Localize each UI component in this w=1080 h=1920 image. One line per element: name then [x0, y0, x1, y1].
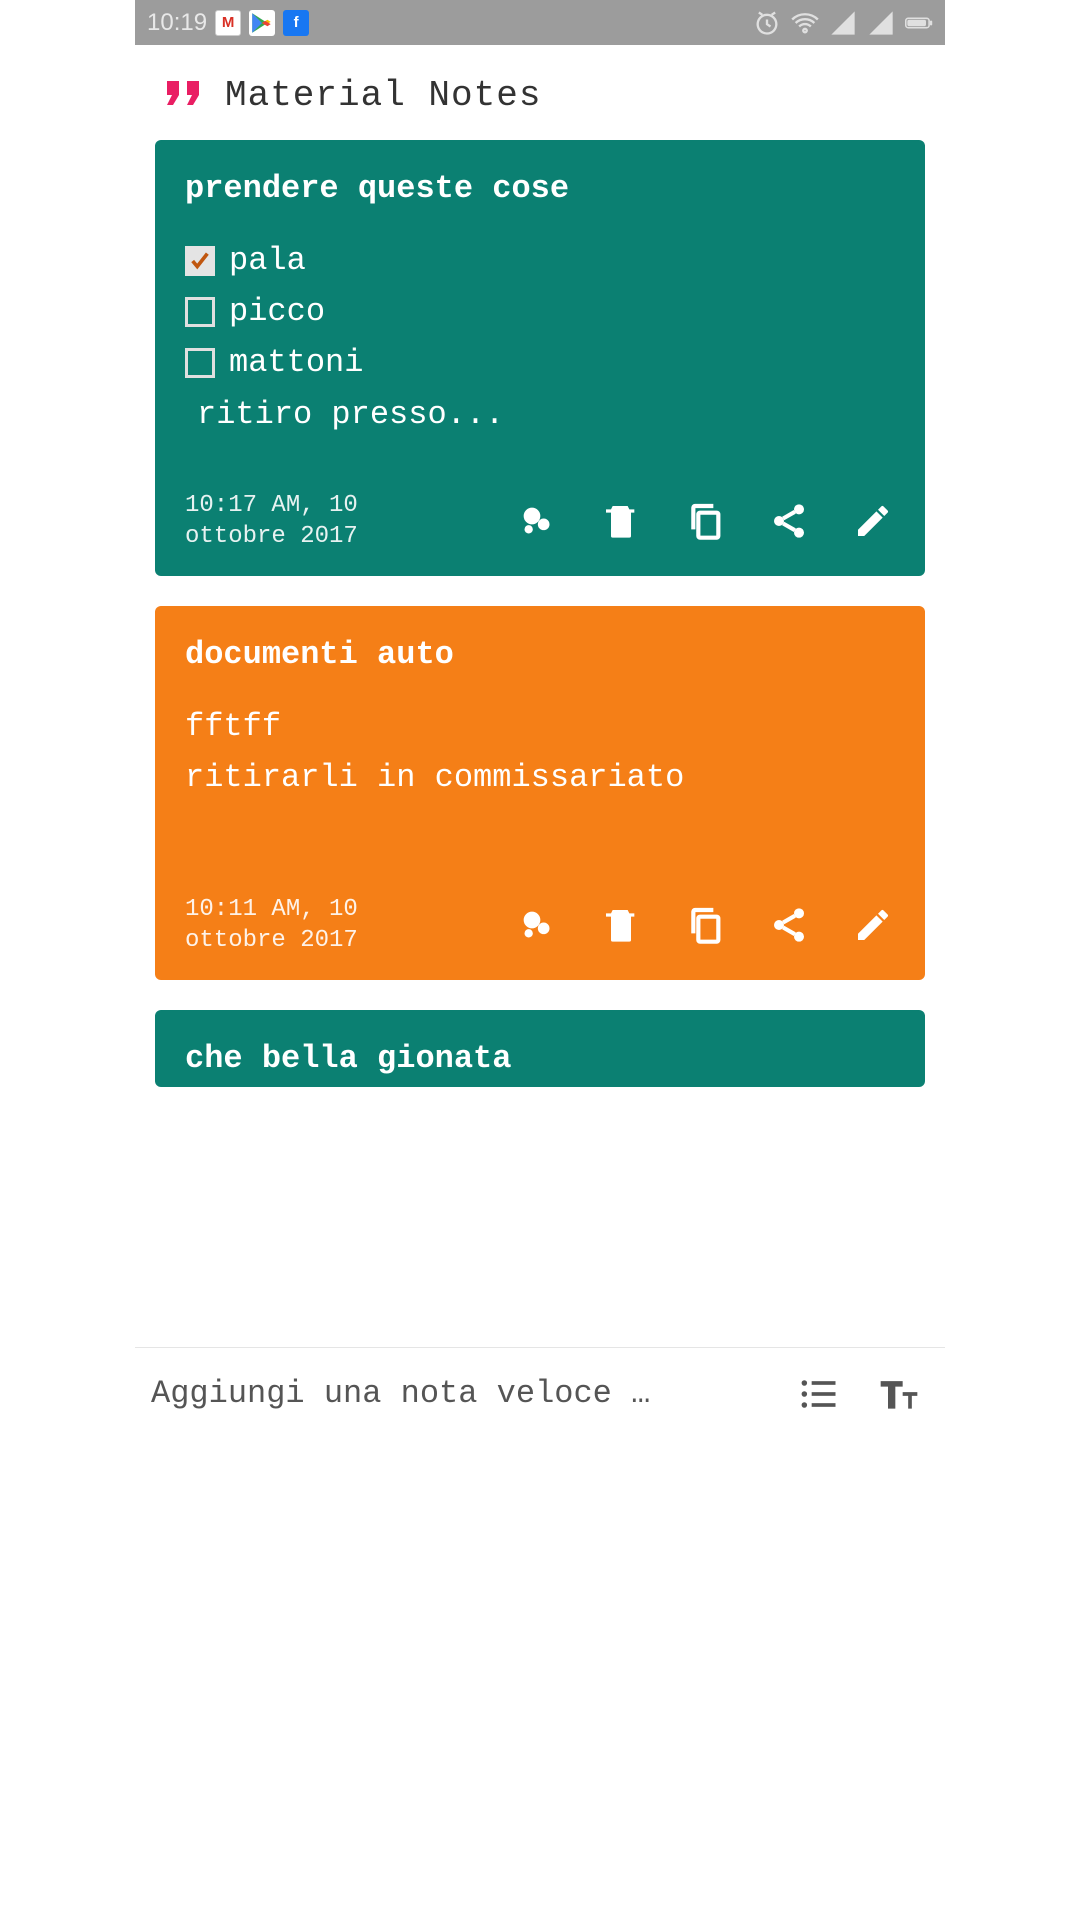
facebook-icon: f — [283, 10, 309, 36]
alarm-icon — [753, 9, 781, 37]
note-footer: 10:17 AM, 10 ottobre 2017 — [185, 490, 895, 552]
note-timestamp: 10:11 AM, 10 ottobre 2017 — [185, 894, 385, 956]
note-body: fftff ritirarli in commissariato — [185, 701, 895, 803]
note-title: documenti auto — [185, 636, 895, 673]
app-header: Material Notes — [135, 45, 945, 140]
checklist-item-label: picco — [229, 286, 325, 337]
note-card[interactable]: che bella gionata — [155, 1010, 925, 1087]
note-title: prendere queste cose — [185, 170, 895, 207]
note-body-line: ritirarli in commissariato — [185, 752, 895, 803]
status-time: 10:19 — [147, 9, 207, 37]
note-footer: 10:11 AM, 10 ottobre 2017 — [185, 894, 895, 956]
status-left: 10:19 M f — [147, 9, 309, 37]
share-icon[interactable] — [767, 903, 811, 947]
note-body: pala picco mattoni ritiro presso... — [185, 235, 895, 440]
signal-icon-2 — [867, 9, 895, 37]
color-palette-icon[interactable] — [515, 499, 559, 543]
text-size-icon[interactable] — [869, 1364, 929, 1424]
checkbox-checked-icon[interactable] — [185, 246, 215, 276]
delete-icon[interactable] — [599, 903, 643, 947]
status-bar: 10:19 M f — [135, 0, 945, 45]
note-title: che bella gionata — [185, 1040, 895, 1077]
checklist-item-label: mattoni — [229, 337, 363, 388]
edit-icon[interactable] — [851, 903, 895, 947]
note-body-line: fftff — [185, 701, 895, 752]
list-icon[interactable] — [789, 1364, 849, 1424]
note-timestamp: 10:17 AM, 10 ottobre 2017 — [185, 490, 385, 552]
copy-icon[interactable] — [683, 903, 727, 947]
checklist-item-label: pala — [229, 235, 306, 286]
battery-icon — [905, 9, 933, 37]
copy-icon[interactable] — [683, 499, 727, 543]
gmail-icon: M — [215, 10, 241, 36]
wifi-icon — [791, 9, 819, 37]
app-title: Material Notes — [225, 75, 541, 116]
status-right — [753, 9, 933, 37]
quick-note-input[interactable]: Aggiungi una nota veloce … — [151, 1373, 769, 1415]
bottom-bar: Aggiungi una nota veloce … — [135, 1347, 945, 1440]
checkbox-unchecked-icon[interactable] — [185, 348, 215, 378]
delete-icon[interactable] — [599, 499, 643, 543]
color-palette-icon[interactable] — [515, 903, 559, 947]
note-card[interactable]: documenti auto fftff ritirarli in commis… — [155, 606, 925, 980]
note-card[interactable]: prendere queste cose pala picco mattoni … — [155, 140, 925, 576]
signal-icon — [829, 9, 857, 37]
checkbox-unchecked-icon[interactable] — [185, 297, 215, 327]
play-store-icon — [249, 10, 275, 36]
quote-icon — [163, 73, 203, 118]
note-actions — [515, 903, 895, 947]
note-actions — [515, 499, 895, 543]
edit-icon[interactable] — [851, 499, 895, 543]
note-body-text: ritiro presso... — [185, 389, 895, 440]
share-icon[interactable] — [767, 499, 811, 543]
notes-list[interactable]: prendere queste cose pala picco mattoni … — [135, 140, 945, 1347]
